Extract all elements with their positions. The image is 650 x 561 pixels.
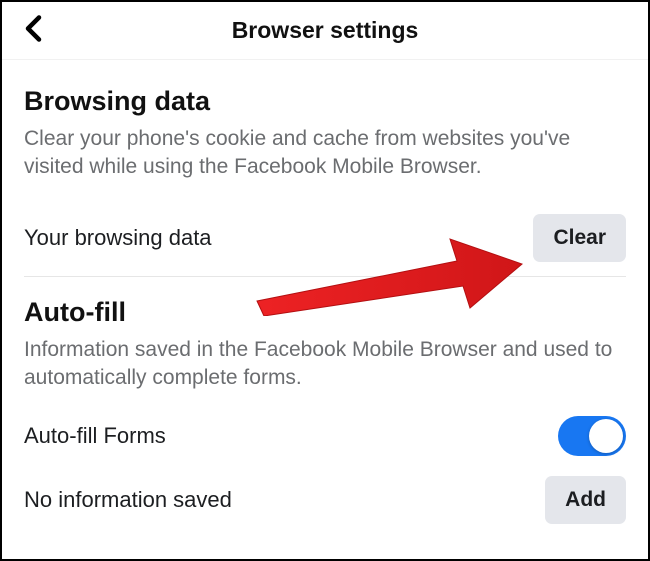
autofill-forms-label: Auto-fill Forms	[24, 423, 166, 449]
autofill-title: Auto-fill	[24, 297, 626, 328]
autofill-description: Information saved in the Facebook Mobile…	[24, 336, 626, 393]
browsing-data-label: Your browsing data	[24, 225, 212, 251]
browsing-data-row: Your browsing data Clear	[24, 200, 626, 277]
toggle-knob	[589, 419, 623, 453]
autofill-forms-row: Auto-fill Forms	[24, 410, 626, 466]
header-bar: Browser settings	[2, 2, 648, 60]
autofill-forms-toggle[interactable]	[558, 416, 626, 456]
no-information-label: No information saved	[24, 487, 232, 513]
browsing-data-title: Browsing data	[24, 86, 626, 117]
add-button[interactable]: Add	[545, 476, 626, 524]
content-area: Browsing data Clear your phone's cookie …	[2, 86, 648, 538]
autofill-add-row: No information saved Add	[24, 466, 626, 538]
browsing-data-description: Clear your phone's cookie and cache from…	[24, 125, 626, 182]
back-icon[interactable]	[24, 14, 42, 47]
page-title: Browser settings	[232, 17, 419, 44]
clear-button[interactable]: Clear	[533, 214, 626, 262]
